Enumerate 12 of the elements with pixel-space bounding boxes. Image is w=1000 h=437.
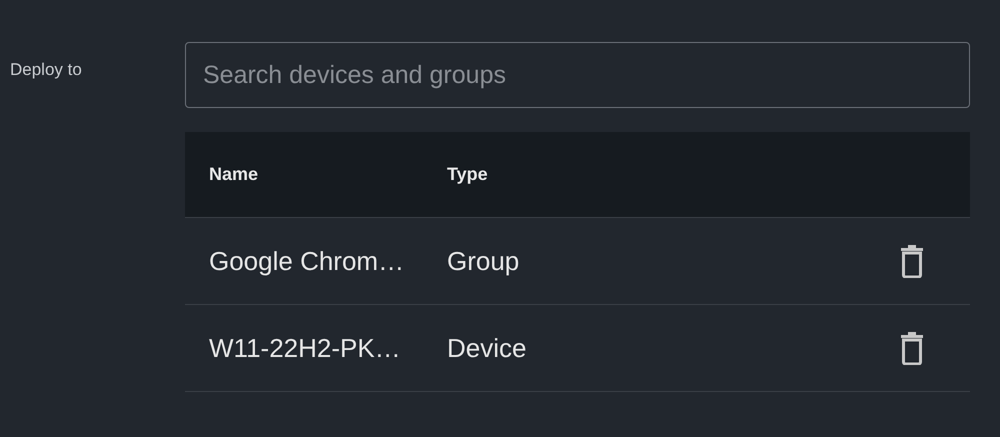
column-header: Type: [447, 164, 488, 184]
field-label: Deploy to: [10, 60, 82, 79]
search-field[interactable]: Search devices and groups: [185, 42, 970, 108]
table-cell: Device: [447, 332, 526, 362]
table-cell: Google Chrom…: [209, 246, 404, 276]
trash-icon: [900, 331, 924, 365]
delete-button[interactable]: [900, 331, 924, 365]
table-cell: W11-22H2-PK…: [209, 332, 401, 362]
delete-button[interactable]: [900, 244, 924, 278]
column-header: Name: [209, 164, 258, 184]
trash-icon: [900, 244, 924, 278]
table-cell: Group: [447, 246, 520, 276]
